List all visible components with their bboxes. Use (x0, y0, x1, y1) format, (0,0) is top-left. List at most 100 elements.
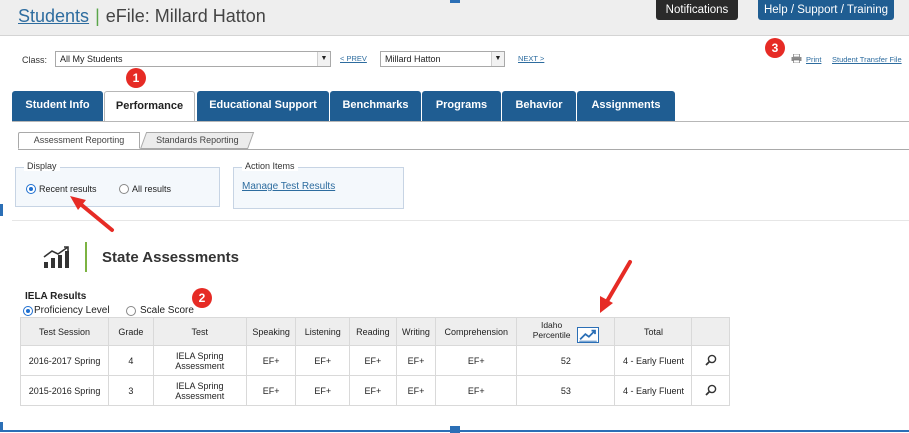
chevron-down-icon: ▼ (491, 52, 504, 66)
manage-test-results-link[interactable]: Manage Test Results (242, 181, 335, 192)
class-select-value: All My Students (60, 54, 123, 64)
cell-total: 4 - Early Fluent (614, 345, 693, 376)
title-accent-bar (85, 242, 87, 272)
cell-test: IELA Spring Assessment (152, 375, 247, 406)
tab-educational-support[interactable]: Educational Support (197, 91, 329, 121)
cell-grade: 4 (108, 345, 154, 376)
prev-student-link[interactable]: < PREV (340, 54, 367, 63)
idaho-percentile-line2: Percentile (532, 329, 571, 340)
notifications-button[interactable]: Notifications (656, 0, 738, 20)
bar-chart-icon (43, 246, 69, 268)
cell-percentile: 52 (516, 345, 616, 376)
col-total: Total (614, 317, 693, 346)
cell-listening: EF+ (295, 345, 351, 376)
print-link[interactable]: Print (806, 55, 821, 64)
table-header-row: Test Session Grade Test Speaking Listeni… (19, 317, 730, 346)
all-results-radio[interactable] (119, 184, 129, 194)
subtabs-underline (18, 149, 909, 150)
help-support-button[interactable]: Help / Support / Training (758, 0, 894, 20)
cell-session: 2015-2016 Spring (19, 375, 110, 406)
cell-test-line1: IELA Spring (175, 350, 224, 361)
chevron-down-icon: ▼ (317, 52, 330, 66)
student-transfer-file-link[interactable]: Student Transfer File (832, 55, 902, 64)
col-grade: Grade (108, 317, 154, 346)
window-edge-handle (450, 426, 460, 433)
scale-score-radio[interactable] (126, 306, 136, 316)
page-title: Students | eFile: Millard Hatton (18, 6, 266, 27)
tabs-underline (12, 121, 909, 122)
magnifier-icon[interactable] (705, 384, 717, 396)
tab-assignments[interactable]: Assignments (577, 91, 675, 121)
cell-test: IELA Spring Assessment (152, 345, 247, 376)
table-row: 2016-2017 Spring 4 IELA Spring Assessment… (19, 345, 730, 376)
iela-results-title: IELA Results (25, 291, 87, 302)
window-edge-handle (450, 0, 460, 3)
col-reading: Reading (349, 317, 397, 346)
cell-writing: EF+ (395, 345, 437, 376)
student-select[interactable]: Millard Hatton ▼ (380, 51, 505, 67)
col-idaho-percentile: Idaho Percentile (516, 317, 616, 346)
class-label: Class: (22, 55, 48, 65)
display-fieldset: Display Recent results All results (15, 161, 220, 207)
table-row: 2015-2016 Spring 3 IELA Spring Assessment… (19, 375, 730, 406)
col-speaking: Speaking (245, 317, 297, 346)
iela-results-table: Test Session Grade Test Speaking Listeni… (19, 317, 730, 406)
cell-reading: EF+ (349, 375, 397, 406)
col-actions (691, 317, 730, 346)
cell-comprehension: EF+ (435, 375, 518, 406)
cell-listening: EF+ (295, 375, 351, 406)
cell-test-line2: Assessment (175, 360, 225, 371)
tab-behavior[interactable]: Behavior (502, 91, 576, 121)
proficiency-level-label[interactable]: Proficiency Level (34, 305, 110, 316)
printer-icon[interactable] (791, 54, 802, 63)
recent-results-label[interactable]: Recent results (39, 184, 97, 194)
tab-programs[interactable]: Programs (422, 91, 501, 121)
cell-speaking: EF+ (245, 375, 297, 406)
cell-total: 4 - Early Fluent (614, 375, 693, 406)
col-listening: Listening (295, 317, 351, 346)
cell-comprehension: EF+ (435, 345, 518, 376)
annotation-badge-3: 3 (765, 38, 785, 58)
title-separator: | (95, 6, 100, 26)
action-items-fieldset: Action Items Manage Test Results (233, 161, 404, 209)
efile-title: eFile: Millard Hatton (105, 6, 266, 26)
annotation-badge-2: 2 (192, 288, 212, 308)
col-writing: Writing (395, 317, 437, 346)
recent-results-radio[interactable] (26, 184, 36, 194)
col-test-session: Test Session (19, 317, 110, 346)
cell-grade: 3 (108, 375, 154, 406)
cell-reading: EF+ (349, 345, 397, 376)
col-comprehension: Comprehension (435, 317, 518, 346)
breadcrumb-students-link[interactable]: Students (18, 6, 89, 26)
tab-student-info[interactable]: Student Info (12, 91, 103, 121)
display-legend: Display (24, 161, 60, 171)
proficiency-level-radio[interactable] (23, 306, 33, 316)
state-assessments-title: State Assessments (102, 249, 240, 266)
annotation-badge-1: 1 (126, 68, 146, 88)
cell-writing: EF+ (395, 375, 437, 406)
all-results-label[interactable]: All results (132, 184, 171, 194)
trend-chart-icon[interactable] (577, 327, 600, 344)
subtab-standards-label: Standards Reporting (155, 135, 239, 145)
cell-detail (691, 375, 730, 406)
class-select[interactable]: All My Students ▼ (55, 51, 331, 67)
student-select-value: Millard Hatton (385, 54, 441, 64)
window-edge-handle (0, 204, 3, 216)
cell-percentile: 53 (516, 375, 616, 406)
tab-benchmarks[interactable]: Benchmarks (330, 91, 421, 121)
cell-test-line1: IELA Spring (175, 380, 224, 391)
cell-detail (691, 345, 730, 376)
cell-session: 2016-2017 Spring (19, 345, 110, 376)
magnifier-icon[interactable] (705, 354, 717, 366)
tab-performance[interactable]: Performance (104, 91, 195, 121)
col-test: Test (152, 317, 247, 346)
next-student-link[interactable]: NEXT > (518, 54, 544, 63)
arrow-to-trend-icon (600, 260, 632, 313)
subtab-standards-reporting[interactable]: Standards Reporting (140, 132, 255, 149)
idaho-percentile-header: Idaho Percentile (533, 320, 571, 340)
scale-score-label[interactable]: Scale Score (140, 305, 194, 316)
subtab-assessment-reporting[interactable]: Assessment Reporting (18, 132, 140, 149)
cell-speaking: EF+ (245, 345, 297, 376)
page-header: Students | eFile: Millard Hatton Notificat… (0, 0, 909, 36)
idaho-percentile-line1: Idaho (540, 319, 563, 330)
